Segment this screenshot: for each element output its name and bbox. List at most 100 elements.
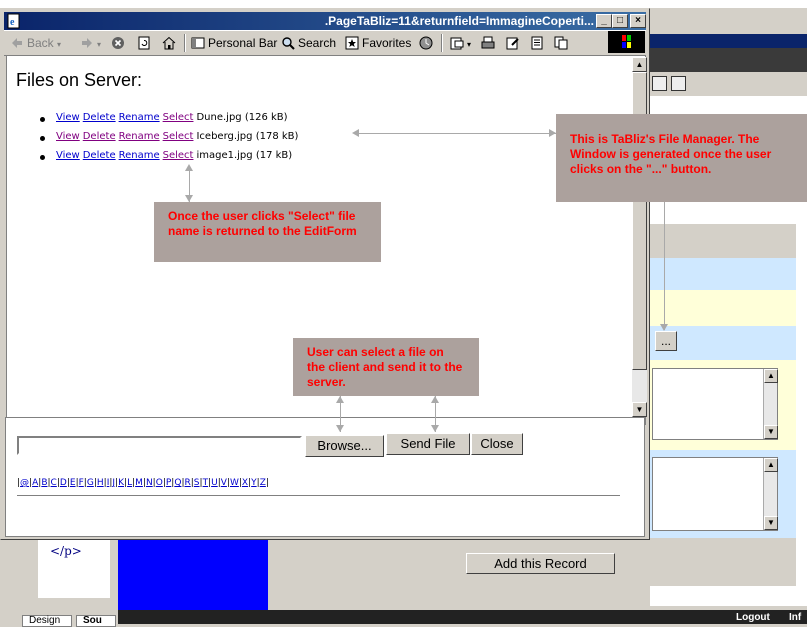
arrow-head-icon (336, 396, 344, 403)
stop-button[interactable] (111, 34, 128, 52)
scroll-down-icon[interactable]: ▼ (764, 516, 778, 530)
close-window-button[interactable]: × (630, 14, 646, 28)
view-link[interactable]: View (56, 131, 80, 142)
print-icon (481, 36, 495, 49)
edit-button[interactable] (506, 34, 523, 52)
select-callout: Once the user clicks "Select" file name … (154, 202, 381, 262)
personal-bar-label: Personal Bar (208, 36, 278, 50)
window-title: .PageTaBliz=11&returnfield=ImmagineCoper… (324, 14, 594, 28)
home-icon (162, 36, 176, 50)
background-textarea[interactable]: ▲ ▼ (652, 457, 778, 531)
scroll-up-icon[interactable]: ▲ (764, 458, 778, 472)
back-button[interactable]: Back ▾ (10, 34, 61, 52)
page-icon (531, 36, 543, 50)
alpha-link-m[interactable]: M (135, 478, 143, 488)
favorites-button[interactable]: Favorites (345, 34, 411, 52)
alpha-link-at[interactable]: @ (20, 478, 29, 488)
refresh-icon (138, 36, 150, 50)
scroll-up-icon[interactable]: ▲ (764, 369, 778, 383)
alpha-link-d[interactable]: D (60, 478, 67, 488)
arrow-head-icon (431, 425, 439, 432)
messenger-button[interactable] (554, 34, 571, 52)
file-manager-callout: This is TaBliz's File Manager. The Windo… (556, 114, 807, 202)
print-preview-icon[interactable] (671, 76, 686, 91)
minimize-button[interactable]: _ (596, 14, 612, 28)
add-record-button[interactable]: Add this Record (466, 553, 615, 574)
file-name: Iceberg.jpg (196, 131, 253, 142)
view-link[interactable]: View (56, 112, 80, 123)
home-button[interactable] (162, 34, 179, 52)
arrow-head-icon (549, 129, 556, 137)
alpha-link-u[interactable]: U (211, 478, 218, 488)
alpha-link-n[interactable]: N (146, 478, 153, 488)
background-form-row (650, 258, 796, 290)
file-picker-button[interactable]: ... (655, 331, 677, 351)
personal-bar-icon (191, 37, 205, 49)
discuss-button[interactable] (530, 34, 547, 52)
search-icon (282, 37, 295, 50)
file-size: (17 kB) (255, 150, 293, 161)
forward-button[interactable]: ▾ (80, 34, 101, 52)
refresh-button[interactable] (137, 34, 154, 52)
ie-page-icon: e (7, 13, 20, 29)
info-link[interactable]: Inf (789, 612, 801, 623)
alpha-link-g[interactable]: G (87, 478, 94, 488)
background-textarea[interactable]: ▲ ▼ (652, 368, 778, 440)
scroll-down-icon[interactable]: ▼ (764, 425, 778, 439)
browse-button[interactable]: Browse... (305, 435, 384, 457)
alpha-link-h[interactable]: H (97, 478, 104, 488)
scroll-down-icon[interactable]: ▼ (632, 402, 647, 417)
personal-bar-button[interactable]: Personal Bar (191, 34, 277, 52)
tab-source[interactable]: Sou (76, 615, 116, 627)
background-status-bar (118, 610, 807, 624)
select-link[interactable]: Select (163, 150, 194, 161)
toolbar-separator (184, 34, 186, 52)
background-toolbar-icons (652, 76, 712, 96)
divider (17, 495, 620, 497)
history-icon (419, 36, 433, 50)
bullet (40, 155, 45, 160)
search-button[interactable]: Search (281, 34, 336, 52)
list-item: View Delete Rename Select Dune.jpg (126 kB) (40, 112, 288, 123)
delete-link[interactable]: Delete (83, 112, 116, 123)
arrow-head-icon (185, 195, 193, 202)
maximize-button[interactable]: □ (612, 14, 628, 28)
history-button[interactable] (419, 34, 436, 52)
alpha-link-w[interactable]: W (230, 478, 239, 488)
alpha-link-o[interactable]: O (156, 478, 163, 488)
file-name: image1.jpg (196, 150, 253, 161)
back-arrow-icon (12, 38, 22, 48)
mail-button[interactable]: ▾ (450, 34, 471, 52)
select-link[interactable]: Select (163, 112, 194, 123)
rename-link[interactable]: Rename (119, 112, 160, 123)
edit-icon[interactable] (652, 76, 667, 91)
bullet (40, 117, 45, 122)
upload-callout: User can select a file on the client and… (293, 338, 479, 396)
callout-arrow (664, 202, 665, 330)
textarea-scrollbar[interactable]: ▲ ▼ (763, 369, 778, 439)
file-path-input[interactable] (17, 436, 302, 455)
logout-link[interactable]: Logout (736, 612, 770, 623)
file-size: (178 kB) (255, 131, 299, 142)
delete-link[interactable]: Delete (83, 131, 116, 142)
file-list-scrollbar[interactable]: ▲ ▼ (632, 57, 647, 417)
nav-separator: | (265, 478, 269, 488)
close-button[interactable]: Close (471, 433, 523, 455)
arrow-head-icon (352, 129, 359, 137)
arrow-head-icon (336, 425, 344, 432)
print-button[interactable] (481, 34, 498, 52)
tab-design[interactable]: Design (22, 615, 72, 627)
rename-link[interactable]: Rename (119, 150, 160, 161)
send-file-button[interactable]: Send File (386, 433, 470, 455)
textarea-scrollbar[interactable]: ▲ ▼ (763, 458, 778, 530)
select-link[interactable]: Select (163, 131, 194, 142)
window-titlebar[interactable]: e .PageTaBliz=11&returnfield=ImmagineCop… (4, 12, 646, 30)
chevron-down-icon: ▾ (97, 40, 102, 49)
rename-link[interactable]: Rename (119, 131, 160, 142)
toolbar-separator (441, 34, 443, 52)
scroll-up-icon[interactable]: ▲ (632, 57, 647, 72)
forward-arrow-icon (82, 38, 92, 48)
view-link[interactable]: View (56, 150, 80, 161)
chevron-down-icon: ▾ (467, 40, 472, 49)
delete-link[interactable]: Delete (83, 150, 116, 161)
